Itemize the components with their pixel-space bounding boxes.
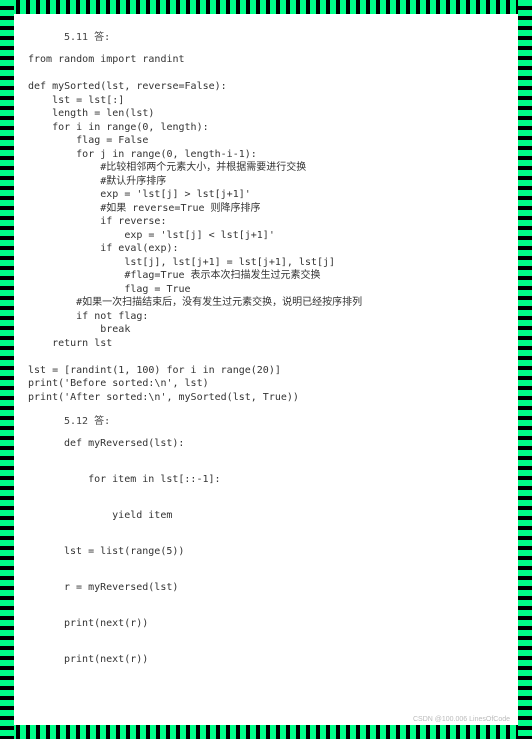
code-block-511: from random import randint def mySorted(… [28, 53, 504, 404]
section-heading-512: 5.12 答: [64, 412, 504, 427]
page-content: 5.11 答: from random import randint def m… [14, 14, 518, 725]
section-heading-511: 5.11 答: [64, 28, 504, 43]
code-block-512: def myReversed(lst): for item in lst[::-… [64, 435, 504, 669]
watermark-text: CSDN @100.006 LinesOfCode [413, 716, 510, 723]
